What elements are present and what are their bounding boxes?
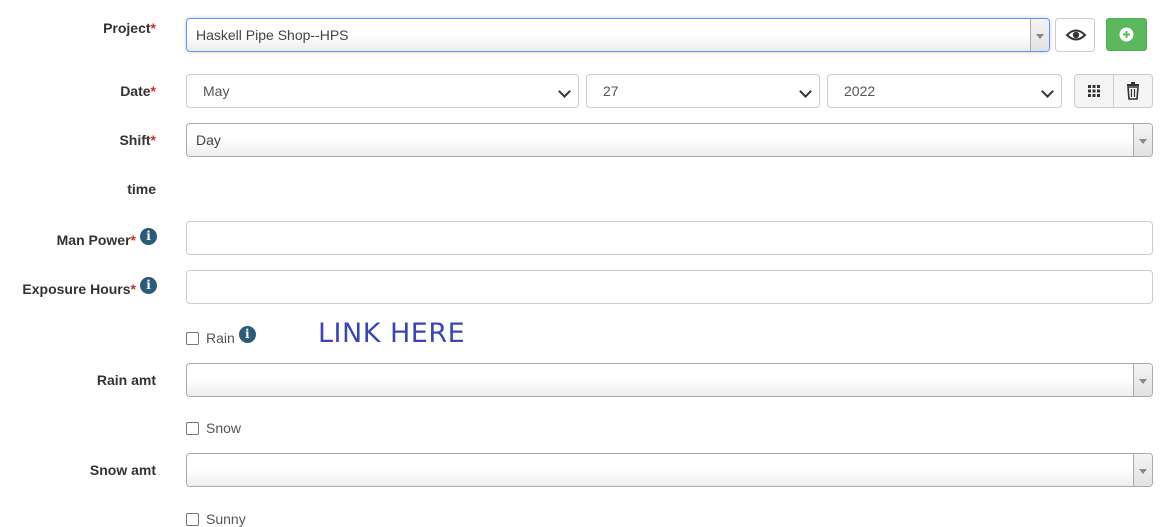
dropdown-arrow-icon xyxy=(1133,364,1152,396)
date-label-text: Date xyxy=(120,83,151,99)
sunny-checkbox-label[interactable]: Sunny xyxy=(206,511,246,527)
project-select-value: Haskell Pipe Shop--HPS xyxy=(196,27,349,43)
required-mark: * xyxy=(130,281,136,297)
clear-date-button[interactable] xyxy=(1113,74,1153,108)
required-mark: * xyxy=(130,232,136,248)
snow-amt-select[interactable] xyxy=(186,453,1153,487)
required-mark: * xyxy=(150,83,156,99)
project-label: Project* xyxy=(103,20,156,36)
shift-select[interactable]: Day xyxy=(186,123,1153,157)
year-select[interactable]: 2022 xyxy=(827,74,1062,108)
calendar-button[interactable] xyxy=(1074,74,1114,108)
chevron-down-icon xyxy=(558,85,571,98)
required-mark: * xyxy=(150,20,156,36)
required-mark: * xyxy=(150,132,156,148)
rain-checkbox[interactable] xyxy=(186,332,199,345)
grid-icon xyxy=(1088,85,1100,97)
exposure-hours-input[interactable] xyxy=(186,270,1153,304)
info-icon[interactable]: i xyxy=(238,326,256,343)
link-here-annotation[interactable]: LINK HERE xyxy=(318,318,465,350)
dropdown-arrow-icon xyxy=(1133,124,1152,156)
month-select-value: May xyxy=(203,83,230,99)
shift-label-text: Shift xyxy=(119,132,151,148)
day-select-value: 27 xyxy=(603,83,619,99)
eye-icon xyxy=(1065,29,1087,41)
dropdown-arrow-icon xyxy=(1133,454,1152,486)
rain-label-text: Rain xyxy=(206,330,235,346)
snow-checkbox-label[interactable]: Snow xyxy=(206,420,241,436)
add-project-button[interactable] xyxy=(1106,18,1147,51)
snow-checkbox[interactable] xyxy=(186,422,199,435)
project-label-text: Project xyxy=(103,20,151,36)
man-power-input[interactable] xyxy=(186,221,1153,255)
year-select-value: 2022 xyxy=(844,83,876,99)
plus-circle-icon xyxy=(1119,27,1134,42)
rain-amt-label: Rain amt xyxy=(96,372,156,388)
chevron-down-icon xyxy=(1041,85,1054,98)
shift-label: Shift* xyxy=(119,132,156,148)
chevron-down-icon xyxy=(799,85,812,98)
exposure-hours-label-text: Exposure Hours xyxy=(22,281,131,297)
info-icon[interactable]: i xyxy=(140,228,157,245)
shift-select-value: Day xyxy=(196,132,221,148)
view-project-button[interactable] xyxy=(1055,18,1095,52)
exposure-hours-label: Exposure Hours* i xyxy=(22,277,157,298)
rain-checkbox-label[interactable]: Rain i xyxy=(206,326,256,347)
man-power-label: Man Power* i xyxy=(56,228,157,249)
project-select[interactable]: Haskell Pipe Shop--HPS xyxy=(186,18,1050,52)
man-power-label-text: Man Power xyxy=(56,232,131,248)
sunny-checkbox[interactable] xyxy=(186,513,199,526)
trash-icon xyxy=(1127,82,1139,100)
rain-amt-select[interactable] xyxy=(186,363,1153,397)
month-select[interactable]: May xyxy=(186,74,579,108)
time-label: time xyxy=(127,181,156,197)
info-icon[interactable]: i xyxy=(140,277,157,294)
day-select[interactable]: 27 xyxy=(586,74,820,108)
date-label: Date* xyxy=(120,83,156,99)
snow-amt-label: Snow amt xyxy=(89,462,156,478)
dropdown-arrow-icon xyxy=(1030,19,1049,51)
